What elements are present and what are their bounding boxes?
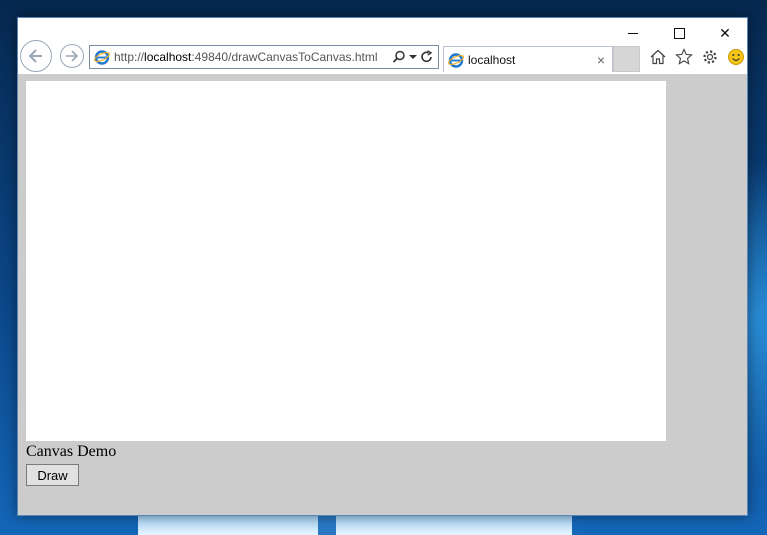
refresh-icon[interactable] <box>420 50 434 64</box>
search-icon[interactable] <box>392 50 406 64</box>
forward-button[interactable] <box>60 44 84 68</box>
drawing-canvas[interactable] <box>26 81 666 441</box>
back-arrow-icon <box>28 49 42 63</box>
new-tab-button[interactable] <box>613 46 640 72</box>
home-icon <box>650 49 666 65</box>
maximize-button[interactable] <box>656 18 702 48</box>
ie-logo-icon <box>94 50 110 65</box>
ie-logo-icon <box>448 52 464 68</box>
page-viewport: Canvas Demo Draw <box>18 74 747 515</box>
desktop-window-pane <box>336 515 572 535</box>
url-prefix: http:// <box>114 50 145 64</box>
favorites-button[interactable] <box>674 47 694 67</box>
maximize-icon <box>673 27 685 39</box>
gear-icon <box>703 50 717 64</box>
address-bar[interactable]: http://localhost:49840/drawCanvasToCanva… <box>89 45 439 69</box>
address-tools <box>392 50 438 64</box>
close-window-button[interactable]: ✕ <box>702 18 748 48</box>
browser-window: ✕ http://localhost:49840/drawCanvasToCan… <box>17 17 748 516</box>
close-icon: ✕ <box>719 24 731 41</box>
minimize-icon <box>628 32 638 34</box>
dropdown-icon[interactable] <box>408 50 418 64</box>
minimize-button[interactable] <box>610 18 656 48</box>
url-path: :49840/drawCanvasToCanvas.html <box>191 50 378 64</box>
back-button[interactable] <box>20 40 52 72</box>
star-icon <box>675 48 693 65</box>
forward-arrow-icon <box>66 50 79 62</box>
desktop-window-divider <box>318 515 336 535</box>
tab-close-icon[interactable]: × <box>592 52 610 68</box>
feedback-button[interactable] <box>726 47 746 67</box>
smiley-icon <box>728 49 744 65</box>
home-button[interactable] <box>648 47 668 67</box>
draw-button[interactable]: Draw <box>26 464 79 486</box>
tab-localhost[interactable]: localhost × <box>443 46 613 72</box>
url-text[interactable]: http://localhost:49840/drawCanvasToCanva… <box>114 50 392 64</box>
settings-button[interactable] <box>700 47 720 67</box>
tab-title: localhost <box>468 52 516 67</box>
toolbar-right <box>648 47 746 67</box>
page-label: Canvas Demo <box>26 443 117 460</box>
desktop-window-pane <box>138 515 318 535</box>
url-host: localhost <box>144 50 192 64</box>
